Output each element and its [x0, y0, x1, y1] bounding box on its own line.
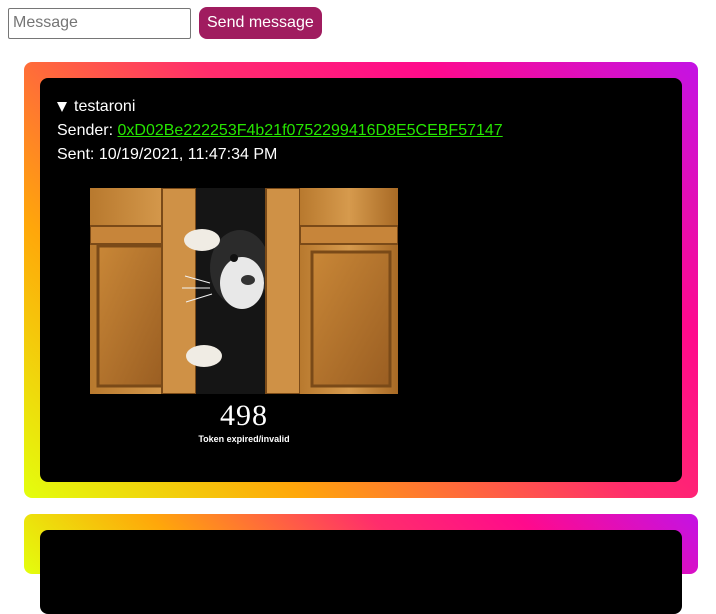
disclosure-triangle-icon[interactable] — [57, 102, 67, 112]
sent-label: Sent: — [57, 146, 95, 163]
message-frame: testaroni Sender: 0xD02Be222253F4b21f075… — [24, 62, 698, 498]
message-frame — [24, 514, 698, 614]
message-toggle[interactable]: testaroni — [57, 95, 665, 119]
sender-address-link[interactable]: 0xD02Be222253F4b21f0752299416D8E5CEBF571… — [118, 122, 503, 139]
message-image: 498 Token expired/invalid — [90, 188, 398, 444]
sender-line: Sender: 0xD02Be222253F4b21f0752299416D8E… — [57, 119, 665, 143]
sent-line: Sent: 10/19/2021, 11:47:34 PM — [57, 143, 665, 167]
message-input[interactable] — [8, 7, 191, 39]
sent-time: 10/19/2021, 11:47:34 PM — [98, 146, 278, 163]
message-composer: Send message — [8, 7, 322, 39]
message-summary: testaroni — [74, 98, 136, 115]
error-code: 498 — [220, 399, 268, 432]
message-card: testaroni Sender: 0xD02Be222253F4b21f075… — [40, 78, 682, 482]
error-caption: Token expired/invalid — [198, 434, 290, 444]
cat-door-picture — [90, 188, 398, 394]
send-message-button[interactable]: Send message — [199, 7, 322, 39]
message-card — [40, 530, 682, 614]
sender-label: Sender: — [57, 122, 114, 139]
